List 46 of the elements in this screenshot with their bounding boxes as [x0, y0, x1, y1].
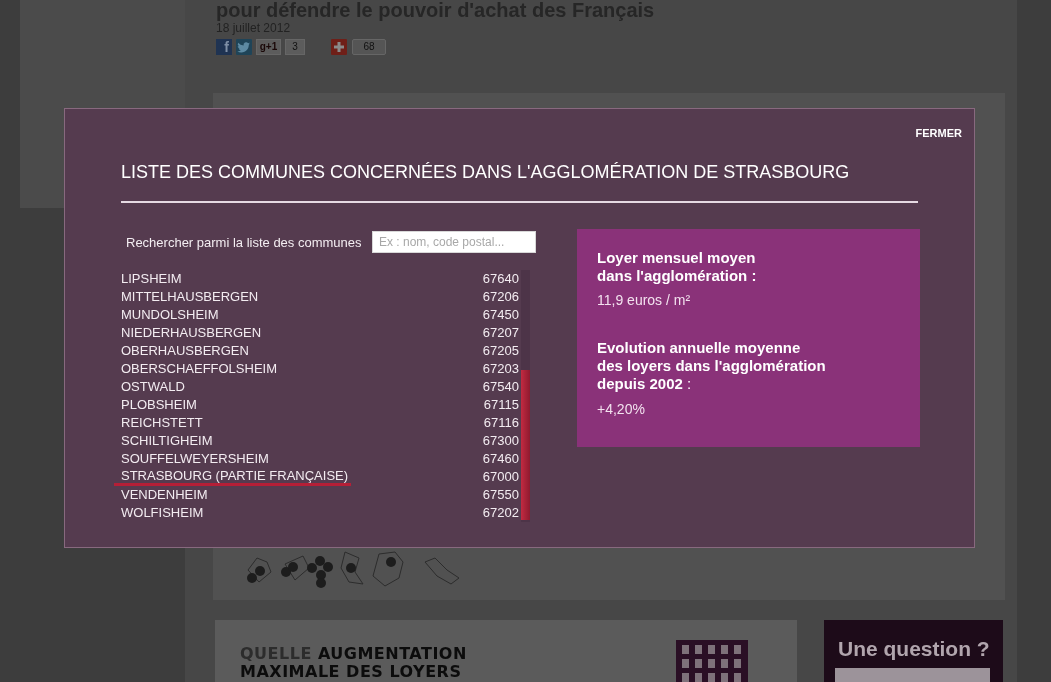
postal-code: 67115: [483, 396, 519, 414]
commune-name[interactable]: OBERSCHAEFFOLSHEIM: [121, 360, 278, 378]
commune-name[interactable]: PLOBSHEIM: [121, 396, 197, 414]
search-field[interactable]: Ex : nom, code postal...: [372, 231, 536, 253]
modal-title: LISTE DES COMMUNES CONCERNÉES DANS L'AGGLOMÉRATION DE STRASBOURG: [121, 162, 851, 183]
stat-label: Loyer mensuel moyen dans l'agglomération :: [597, 249, 758, 285]
postal-code: 67203: [482, 360, 519, 378]
postal-code: 67300: [482, 432, 519, 450]
commune-name[interactable]: SCHILTIGHEIM: [121, 432, 213, 450]
commune-name[interactable]: MUNDOLSHEIM: [121, 306, 219, 324]
postal-code: 67116: [483, 414, 519, 432]
postal-code: 67450: [482, 306, 519, 324]
postal-code: 67550: [482, 486, 519, 504]
postal-code: 67460: [482, 450, 519, 468]
close-button[interactable]: FERMER: [915, 126, 962, 140]
commune-name[interactable]: OBERHAUSBERGEN: [121, 342, 249, 360]
stat-label: Evolution annuelle moyenne des loyers dans l'agglomération depuis 2002 :: [597, 339, 827, 393]
commune-name[interactable]: NIEDERHAUSBERGEN: [121, 324, 262, 342]
commune-name[interactable]: VENDENHEIM: [121, 486, 208, 504]
commune-name[interactable]: OSTWALD: [121, 378, 185, 396]
search-label: Rechercher parmi la liste des communes: [126, 234, 363, 250]
commune-name[interactable]: STRASBOURG (PARTIE FRANÇAISE): [114, 468, 352, 486]
scrollbar-thumb[interactable]: [521, 370, 530, 520]
twitter-icon[interactable]: [236, 39, 252, 55]
postal-code: 67000: [482, 468, 519, 486]
postal-code: 67202: [482, 504, 519, 522]
commune-name[interactable]: SOUFFELWEYERSHEIM: [121, 450, 269, 468]
postal-code: 67540: [482, 378, 519, 396]
postal-code: 67205: [482, 342, 519, 360]
commune-name[interactable]: MITTELHAUSBERGEN: [121, 288, 259, 306]
postal-code: 67207: [482, 324, 519, 342]
stat-value: 11,9 euros / m²: [597, 291, 692, 309]
question-title: Une question ?: [837, 637, 990, 661]
scrollbar-track[interactable]: [521, 270, 530, 522]
commune-name[interactable]: WOLFISHEIM: [121, 504, 204, 522]
building-icon: [676, 640, 748, 682]
postal-code: 67640: [482, 270, 519, 288]
question-field[interactable]: [835, 668, 990, 682]
share-count: 3: [285, 39, 305, 55]
share-count: 68: [352, 39, 386, 55]
postal-code: 67206: [482, 288, 519, 306]
plus-icon[interactable]: [331, 39, 347, 55]
stat-value: +4,20%: [597, 400, 646, 418]
facebook-button[interactable]: f: [216, 39, 232, 55]
commune-name[interactable]: LIPSHEIM: [121, 270, 182, 288]
commune-name[interactable]: REICHSTETT: [121, 414, 203, 432]
